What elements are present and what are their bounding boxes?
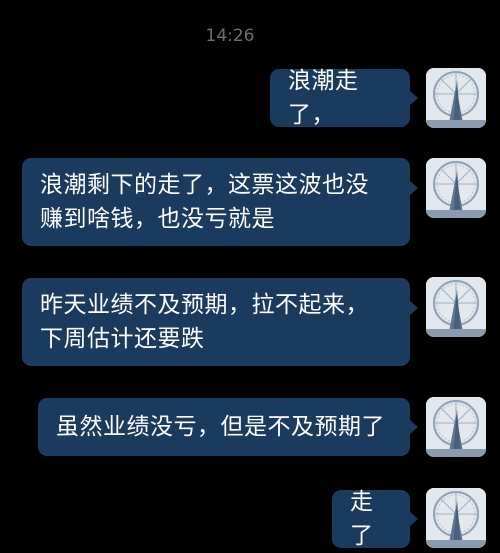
message-bubble[interactable]: 走了 <box>332 489 418 549</box>
bubble-tail <box>409 300 418 316</box>
sender-avatar[interactable] <box>426 397 486 457</box>
sender-avatar[interactable] <box>426 158 486 218</box>
message-text: 浪潮走了， <box>288 68 359 128</box>
bubble-tail <box>409 419 418 435</box>
message-timestamp: 14:26 <box>205 26 255 46</box>
ferris-wheel-avatar-icon <box>426 158 486 218</box>
sender-avatar[interactable] <box>426 488 486 548</box>
bubble-tail <box>409 511 418 527</box>
message-text: 虽然业绩没亏，但是不及预期了 <box>56 414 385 440</box>
message-text: 昨天业绩不及预期，拉不起来， 下周估计还要跌 <box>40 292 369 352</box>
bubble-tail <box>409 90 418 106</box>
ferris-wheel-avatar-icon <box>426 488 486 548</box>
sender-avatar[interactable] <box>426 277 486 337</box>
message-bubble[interactable]: 虽然业绩没亏，但是不及预期了 <box>38 398 418 456</box>
message-bubble[interactable]: 浪潮走了， <box>270 68 418 128</box>
ferris-wheel-avatar-icon <box>426 277 486 337</box>
ferris-wheel-avatar-icon <box>426 68 486 128</box>
bubble-tail <box>409 180 418 196</box>
message-text: 走了 <box>350 489 374 549</box>
message-bubble[interactable]: 浪潮剩下的走了，这票这波也没 赚到啥钱，也没亏就是 <box>22 158 418 246</box>
message-text: 浪潮剩下的走了，这票这波也没 赚到啥钱，也没亏就是 <box>40 172 369 232</box>
ferris-wheel-avatar-icon <box>426 397 486 457</box>
sender-avatar[interactable] <box>426 68 486 128</box>
message-bubble[interactable]: 昨天业绩不及预期，拉不起来， 下周估计还要跌 <box>22 278 418 366</box>
